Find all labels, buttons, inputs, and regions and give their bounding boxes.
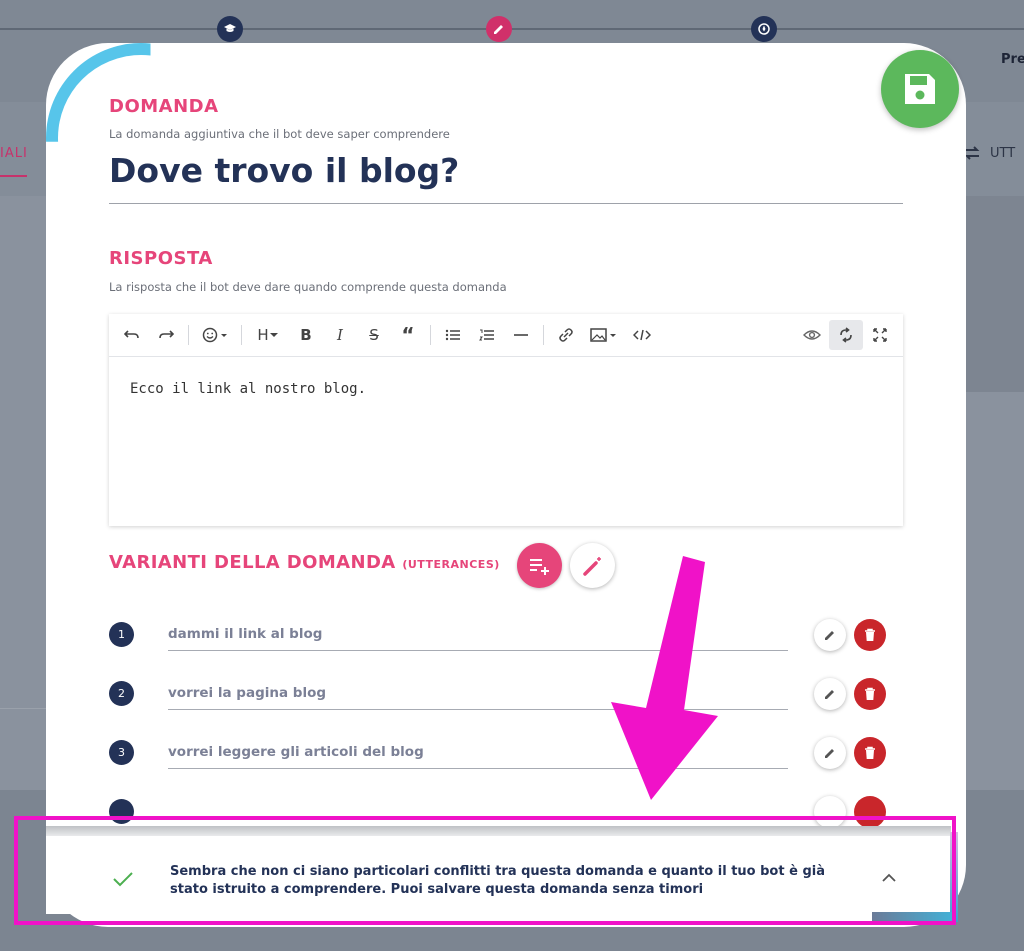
bullet-list-icon <box>445 329 460 341</box>
edit-icon <box>825 749 834 758</box>
variants-title-text: VARIANTI DELLA DOMANDA <box>109 552 396 573</box>
utterance-number: 1 <box>109 622 134 647</box>
bullet-list-button[interactable] <box>436 320 470 350</box>
question-modal: DOMANDA La domanda aggiuntiva che il bot… <box>46 43 966 927</box>
redo-button[interactable] <box>149 320 183 350</box>
variants-title-suffix: (UTTERANCES) <box>402 558 500 571</box>
side-by-side-button[interactable] <box>829 320 863 350</box>
code-icon <box>633 329 651 341</box>
emoji-icon <box>202 327 227 343</box>
step-edit[interactable] <box>486 16 512 42</box>
utterance-row: 1 dammi il link al blog <box>109 619 889 681</box>
fullscreen-icon <box>873 328 887 342</box>
tab-left-partial[interactable]: IALI <box>0 146 28 161</box>
toolbar-separator <box>241 325 242 345</box>
strikethrough-button[interactable]: S <box>357 320 391 350</box>
variants-title: VARIANTI DELLA DOMANDA (UTTERANCES) <box>109 552 500 573</box>
editor-toolbar: H B I S “ <box>109 314 903 357</box>
question-subtitle: La domanda aggiuntiva che il bot deve sa… <box>109 127 450 141</box>
delete-utterance-button[interactable] <box>854 619 886 651</box>
edit-utterance-button[interactable] <box>814 678 846 710</box>
horizontal-rule-button[interactable] <box>504 320 538 350</box>
utterance-text[interactable]: vorrei la pagina blog <box>168 685 326 701</box>
toolbar-right-group <box>795 320 897 350</box>
quote-button[interactable]: “ <box>391 320 425 350</box>
answer-editor: H B I S “ Ecco il link al nostro blog. <box>109 314 903 526</box>
trash-icon <box>865 687 875 700</box>
graduation-cap-icon <box>224 24 236 32</box>
magic-wand-icon <box>582 556 601 576</box>
link-icon <box>559 328 573 342</box>
question-title: DOMANDA <box>109 96 219 117</box>
tab-utterances-label: UTT <box>990 145 1016 161</box>
numbered-list-button[interactable] <box>470 320 504 350</box>
redo-icon <box>159 330 174 339</box>
fullscreen-button[interactable] <box>863 320 897 350</box>
step-label-partial: Pre <box>1001 52 1024 67</box>
add-utterance-button[interactable] <box>517 543 562 588</box>
highlight-frame <box>14 816 956 925</box>
italic-button[interactable]: I <box>323 320 357 350</box>
generate-utterances-button[interactable] <box>570 543 615 588</box>
utterance-number: 3 <box>109 740 134 765</box>
numbered-list-icon <box>479 329 494 341</box>
save-button[interactable] <box>881 50 959 128</box>
utterance-underline <box>168 650 788 651</box>
toolbar-separator <box>430 325 431 345</box>
heading-button[interactable]: H <box>247 320 289 350</box>
toolbar-separator <box>543 325 544 345</box>
utterance-text[interactable]: dammi il link al blog <box>168 626 322 642</box>
edit-icon <box>825 690 834 699</box>
delete-utterance-button[interactable] <box>854 737 886 769</box>
undo-button[interactable] <box>115 320 149 350</box>
trash-icon <box>865 746 875 759</box>
rocket-icon <box>758 23 770 35</box>
utterance-underline <box>168 768 788 769</box>
utterance-number: 2 <box>109 681 134 706</box>
edit-utterance-button[interactable] <box>814 619 846 651</box>
horizontal-rule-icon <box>514 334 528 336</box>
bold-button[interactable]: B <box>289 320 323 350</box>
edit-utterance-button[interactable] <box>814 737 846 769</box>
trash-icon <box>865 628 875 641</box>
tab-utterances-partial[interactable]: UTT <box>962 144 1015 162</box>
question-underline <box>109 203 903 204</box>
edit-icon <box>825 631 834 640</box>
editor-content[interactable]: Ecco il link al nostro blog. <box>109 357 903 421</box>
preview-button[interactable] <box>795 320 829 350</box>
emoji-button[interactable] <box>194 320 236 350</box>
delete-utterance-button[interactable] <box>854 678 886 710</box>
eye-icon <box>803 330 821 340</box>
image-icon <box>590 328 616 342</box>
answer-title: RISPOSTA <box>109 248 213 269</box>
step-publish[interactable] <box>751 16 777 42</box>
utterance-row: 3 vorrei leggere gli articoli del blog <box>109 737 889 799</box>
code-button[interactable] <box>625 320 659 350</box>
caret-down-icon <box>269 333 278 337</box>
utterance-underline <box>168 709 788 710</box>
pencil-icon <box>494 25 503 34</box>
playlist-add-icon <box>529 558 549 575</box>
sync-icon <box>840 327 852 343</box>
utterance-text[interactable]: vorrei leggere gli articoli del blog <box>168 744 424 760</box>
stepper-line <box>0 28 1024 30</box>
heading-label: H <box>257 326 269 344</box>
background-panel <box>964 196 1024 392</box>
tab-active-underline <box>0 175 27 177</box>
step-training[interactable] <box>217 16 243 42</box>
link-button[interactable] <box>549 320 583 350</box>
undo-icon <box>124 330 139 339</box>
utterance-row: 2 vorrei la pagina blog <box>109 678 889 740</box>
question-input[interactable]: Dove trovo il blog? <box>109 151 459 190</box>
background-divider <box>0 708 46 709</box>
answer-subtitle: La risposta che il bot deve dare quando … <box>109 280 507 294</box>
floppy-disk-icon <box>905 74 935 104</box>
toolbar-separator <box>188 325 189 345</box>
image-button[interactable] <box>583 320 625 350</box>
